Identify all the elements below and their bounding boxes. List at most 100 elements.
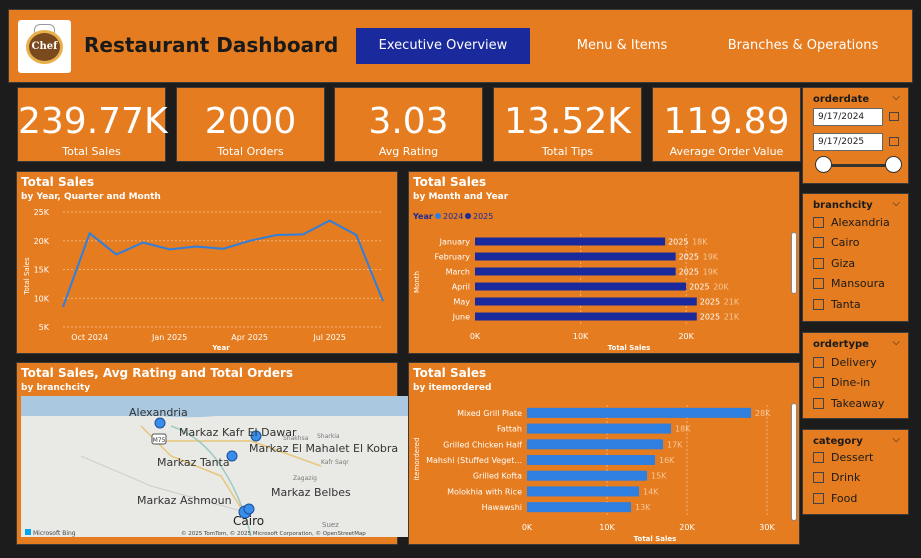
chart-scrollbar[interactable]: [791, 403, 797, 521]
bar-item[interactable]: [527, 439, 663, 450]
slicer-option-delivery[interactable]: Delivery: [813, 356, 877, 369]
item-bar-chart[interactable]: itemordered Total Sales 0K 10K 20K 30K Mixe…: [409, 363, 799, 544]
data-label: 28K: [755, 409, 771, 418]
x-tick-label: Oct 2024: [71, 333, 108, 342]
y-tick-label: Fattah: [497, 425, 522, 434]
calendar-icon[interactable]: [889, 112, 899, 121]
chevron-down-icon[interactable]: ⌵: [892, 198, 900, 209]
x-tick-label: 10K: [573, 332, 589, 341]
bar-item[interactable]: [527, 423, 671, 434]
chart-subtitle: by branchcity: [21, 383, 91, 393]
option-label: Alexandria: [831, 216, 890, 229]
slicer-option-dine-in[interactable]: Dine-in: [813, 376, 870, 389]
checkbox[interactable]: [813, 217, 824, 228]
checkbox[interactable]: [813, 377, 824, 388]
data-label: 13K: [635, 503, 651, 512]
slicer-option-giza[interactable]: Giza: [813, 257, 855, 270]
option-label: Giza: [831, 257, 856, 270]
bar-item[interactable]: [527, 407, 751, 418]
slicer-option-alexandria[interactable]: Alexandria: [813, 216, 890, 229]
y-tick-label: April: [452, 283, 470, 292]
bar-year-label: 2025: [679, 268, 699, 277]
x-tick-label: 30K: [759, 523, 775, 532]
y-tick-label: 15K: [34, 266, 50, 275]
kpi-average-order-value: 119.89 Average Order Value: [652, 87, 801, 162]
data-label: 15K: [651, 472, 667, 481]
location-marker-alexandria[interactable]: [154, 417, 166, 429]
month-chart-panel: Total Sales by Month and Year Year 2024 …: [408, 171, 800, 354]
data-label: 18K: [675, 425, 691, 434]
bar-year-label: 2025: [689, 283, 709, 292]
slicer-option-tanta[interactable]: Tanta: [813, 298, 861, 311]
range-end-handle[interactable]: [885, 156, 902, 173]
x-tick-label: 10K: [599, 523, 615, 532]
checkbox[interactable]: [813, 278, 824, 289]
bar-2025[interactable]: [475, 297, 697, 306]
option-label: Dessert: [831, 451, 874, 464]
bar-2025[interactable]: [475, 267, 676, 276]
kpi-total-sales: 239.77K Total Sales: [17, 87, 168, 162]
chevron-down-icon[interactable]: ⌵: [892, 92, 900, 103]
end-date-input[interactable]: 9/17/2025: [813, 133, 883, 151]
option-label: Cairo: [831, 236, 860, 249]
month-bar-chart[interactable]: Year 2024 2025 Month Total Sales 0K 10K 20…: [409, 172, 799, 353]
bar-2025[interactable]: [475, 282, 687, 291]
slicer-title: category: [813, 436, 863, 447]
map-label-kafr-el-dawar: Markaz Kafr El Dawar: [179, 426, 297, 439]
line-chart[interactable]: Total Sales Year 25K 20K 15K 10K 5K Oct 2024…: [17, 172, 397, 353]
tab-branches-operations[interactable]: Branches & Operations: [720, 28, 886, 64]
x-tick-label: Jan 2025: [151, 333, 187, 342]
calendar-icon[interactable]: [889, 137, 899, 146]
kpi-value: 119.89: [663, 101, 790, 142]
branch-map[interactable]: Alexandria Markaz Kafr El Dawar Markaz E…: [21, 396, 410, 537]
bar-item[interactable]: [527, 486, 639, 497]
slicer-option-mansoura[interactable]: Mansoura: [813, 277, 885, 290]
x-axis-title: Total Sales: [608, 344, 651, 352]
checkbox[interactable]: [813, 299, 824, 310]
chart-title: Total Sales, Avg Rating and Total Orders: [21, 366, 294, 380]
tab-executive-overview[interactable]: Executive Overview: [356, 28, 530, 64]
option-label: Food: [831, 492, 858, 505]
checkbox[interactable]: [813, 452, 824, 463]
map-label-shakhsa: Shakhsa: [283, 435, 309, 442]
slicer-option-takeaway[interactable]: Takeaway: [813, 397, 884, 410]
slicer-option-food[interactable]: Food: [813, 492, 857, 505]
bar-year-label: 2025: [700, 313, 720, 322]
bar-2025[interactable]: [475, 252, 676, 261]
slicer-title: ordertype: [813, 339, 869, 350]
bar-item[interactable]: [527, 502, 631, 513]
kpi-label: Total Sales: [62, 145, 121, 158]
kpi-value: 3.03: [368, 101, 449, 142]
bar-2025[interactable]: [475, 237, 666, 246]
slicer-category: category ⌵ Dessert Drink Food: [802, 429, 909, 515]
map-label-tanta: Markaz Tanta: [157, 456, 230, 469]
checkbox[interactable]: [813, 493, 824, 504]
x-tick-label: Jul 2025: [312, 333, 346, 342]
chart-scrollbar[interactable]: [791, 232, 797, 294]
y-tick-label: 5K: [39, 323, 50, 332]
bar-item[interactable]: [527, 470, 647, 481]
chevron-down-icon[interactable]: ⌵: [892, 434, 900, 445]
location-marker-giza[interactable]: [243, 503, 255, 515]
start-date-input[interactable]: 9/17/2024: [813, 108, 883, 126]
data-label: 17K: [667, 440, 683, 449]
slicer-option-dessert[interactable]: Dessert: [813, 451, 873, 464]
data-label: 20K: [713, 283, 729, 292]
slicer-option-cairo[interactable]: Cairo: [813, 236, 860, 249]
x-axis-title: Total Sales: [634, 535, 677, 543]
series-line-total-sales: [62, 219, 384, 308]
slicer-option-drink[interactable]: Drink: [813, 471, 860, 484]
checkbox[interactable]: [813, 357, 824, 368]
checkbox[interactable]: [813, 258, 824, 269]
y-tick-label: Mixed Grill Plate: [457, 409, 522, 418]
checkbox[interactable]: [813, 237, 824, 248]
slicer-branchcity: branchcity ⌵ Alexandria Cairo Giza Manso…: [802, 193, 909, 322]
y-tick-label: 10K: [34, 294, 50, 303]
bar-2025[interactable]: [475, 312, 697, 321]
chevron-down-icon[interactable]: ⌵: [892, 337, 900, 348]
range-start-handle[interactable]: [815, 156, 832, 173]
checkbox[interactable]: [813, 472, 824, 483]
bar-item[interactable]: [527, 455, 655, 465]
tab-menu-items[interactable]: Menu & Items: [560, 28, 684, 64]
checkbox[interactable]: [813, 398, 824, 409]
